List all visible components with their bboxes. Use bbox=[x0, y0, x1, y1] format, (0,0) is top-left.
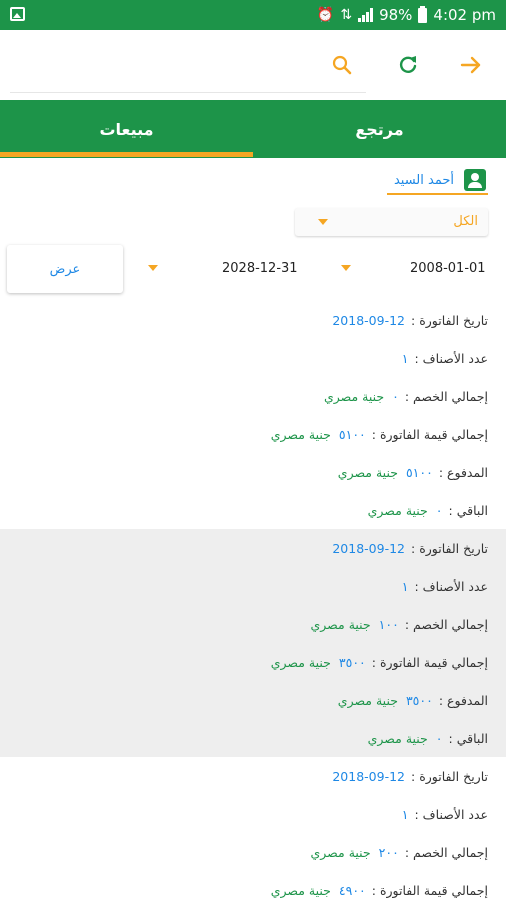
chevron-down-icon[interactable] bbox=[341, 265, 351, 271]
currency: جنية مصري bbox=[367, 502, 428, 518]
refresh-icon bbox=[399, 56, 417, 73]
toolbar bbox=[0, 30, 506, 100]
total-value: ٣٥٠٠ bbox=[338, 654, 366, 670]
discount-value: ٢٠٠ bbox=[378, 844, 399, 860]
tab-indicator bbox=[0, 152, 253, 157]
search-underline bbox=[10, 92, 366, 93]
image-icon bbox=[10, 7, 25, 21]
tab-returns[interactable]: مرتجع bbox=[253, 100, 506, 158]
filter-dropdown[interactable]: الكل bbox=[295, 208, 488, 236]
discount-row: إجمالي الخصم: ١٠٠ جنية مصري bbox=[310, 616, 489, 632]
discount-value: ٠ bbox=[392, 388, 399, 404]
currency: جنية مصري bbox=[337, 464, 398, 480]
invoice-date-row: تاريخ الفاتورة: 2018-09-12 bbox=[332, 768, 488, 784]
discount-row: إجمالي الخصم: ٢٠٠ جنية مصري bbox=[310, 844, 489, 860]
show-button[interactable]: عرض bbox=[7, 245, 123, 293]
currency: جنية مصري bbox=[270, 654, 331, 670]
search-button[interactable] bbox=[327, 50, 357, 80]
invoice-card[interactable]: تاريخ الفاتورة: 2018-09-12 عدد الأصناف: … bbox=[0, 301, 506, 529]
total-row: إجمالي قيمة الفاتورة: ٤٩٠٠ جنية مصري bbox=[270, 882, 488, 898]
currency: جنية مصري bbox=[337, 692, 398, 708]
data-arrows-icon: ⇅ bbox=[340, 7, 353, 23]
paid-value: ٣٥٠٠ bbox=[405, 692, 433, 708]
tab-bar: مبيعات مرتجع bbox=[0, 100, 506, 158]
invoice-card[interactable]: تاريخ الفاتورة: 2018-09-12 عدد الأصناف: … bbox=[0, 529, 506, 757]
items-count-row: عدد الأصناف: ١ bbox=[401, 350, 488, 366]
remaining-value: ٠ bbox=[435, 502, 443, 518]
items-count: ١ bbox=[401, 350, 409, 366]
currency: جنية مصري bbox=[310, 844, 371, 860]
paid-row: المدفوع: ٥١٠٠ جنية مصري bbox=[337, 464, 488, 480]
status-bar-right: ⏰ ⇅ 98% 4:02 pm bbox=[317, 0, 496, 30]
remaining-value: ٠ bbox=[435, 730, 443, 746]
currency: جنية مصري bbox=[323, 388, 385, 404]
currency: جنية مصري bbox=[367, 730, 428, 746]
total-row: إجمالي قيمة الفاتورة: ٣٥٠٠ جنية مصري bbox=[270, 654, 488, 670]
items-count-row: عدد الأصناف: ١ bbox=[401, 806, 488, 822]
items-count: ١ bbox=[401, 578, 409, 594]
clock: 4:02 pm bbox=[433, 6, 496, 24]
contact-icon bbox=[464, 169, 486, 191]
alarm-icon: ⏰ bbox=[316, 7, 335, 23]
invoice-card[interactable]: تاريخ الفاتورة: 2018-09-12 عدد الأصناف: … bbox=[0, 757, 506, 900]
battery-icon bbox=[418, 5, 428, 23]
paid-row: المدفوع: ٣٥٠٠ جنية مصري bbox=[337, 692, 488, 708]
signal-icon bbox=[358, 8, 374, 22]
filter-value: الكل bbox=[453, 214, 478, 229]
search-icon bbox=[332, 55, 352, 75]
chevron-down-icon[interactable] bbox=[148, 265, 158, 271]
invoice-date-row: تاريخ الفاتورة: 2018-09-12 bbox=[332, 312, 488, 328]
forward-arrow-icon bbox=[460, 56, 481, 74]
customer-underline bbox=[387, 193, 488, 195]
currency: جنية مصري bbox=[310, 616, 371, 632]
items-count: ١ bbox=[401, 806, 409, 822]
chevron-down-icon bbox=[318, 219, 328, 225]
total-row: إجمالي قيمة الفاتورة: ٥١٠٠ جنية مصري bbox=[270, 426, 488, 442]
discount-row: إجمالي الخصم: ٠ جنية مصري bbox=[323, 388, 488, 404]
paid-value: ٥١٠٠ bbox=[405, 464, 433, 480]
tab-sales[interactable]: مبيعات bbox=[0, 100, 253, 158]
total-value: ٥١٠٠ bbox=[338, 426, 366, 442]
remaining-row: الباقي: ٠ جنية مصري bbox=[367, 730, 488, 746]
currency: جنية مصري bbox=[270, 882, 331, 898]
discount-value: ١٠٠ bbox=[378, 616, 399, 632]
customer-name: أحمد السيد bbox=[393, 172, 454, 188]
items-count-row: عدد الأصناف: ١ bbox=[401, 578, 488, 594]
refresh-button[interactable] bbox=[393, 50, 423, 80]
remaining-row: الباقي: ٠ جنية مصري bbox=[367, 502, 488, 518]
status-bar: ⏰ ⇅ 98% 4:02 pm bbox=[0, 0, 506, 30]
currency: جنية مصري bbox=[270, 426, 331, 442]
date-from[interactable]: 2008-01-01 bbox=[410, 261, 486, 276]
battery-percent: 98% bbox=[379, 6, 413, 24]
customer-selector[interactable]: أحمد السيد bbox=[394, 166, 486, 194]
invoice-date: 2018-09-12 bbox=[332, 768, 405, 784]
forward-button[interactable] bbox=[456, 50, 486, 80]
date-to[interactable]: 2028-12-31 bbox=[222, 261, 298, 276]
invoice-date: 2018-09-12 bbox=[332, 540, 405, 556]
total-value: ٤٩٠٠ bbox=[338, 882, 366, 898]
invoice-date: 2018-09-12 bbox=[332, 312, 405, 328]
invoice-date-row: تاريخ الفاتورة: 2018-09-12 bbox=[332, 540, 488, 556]
